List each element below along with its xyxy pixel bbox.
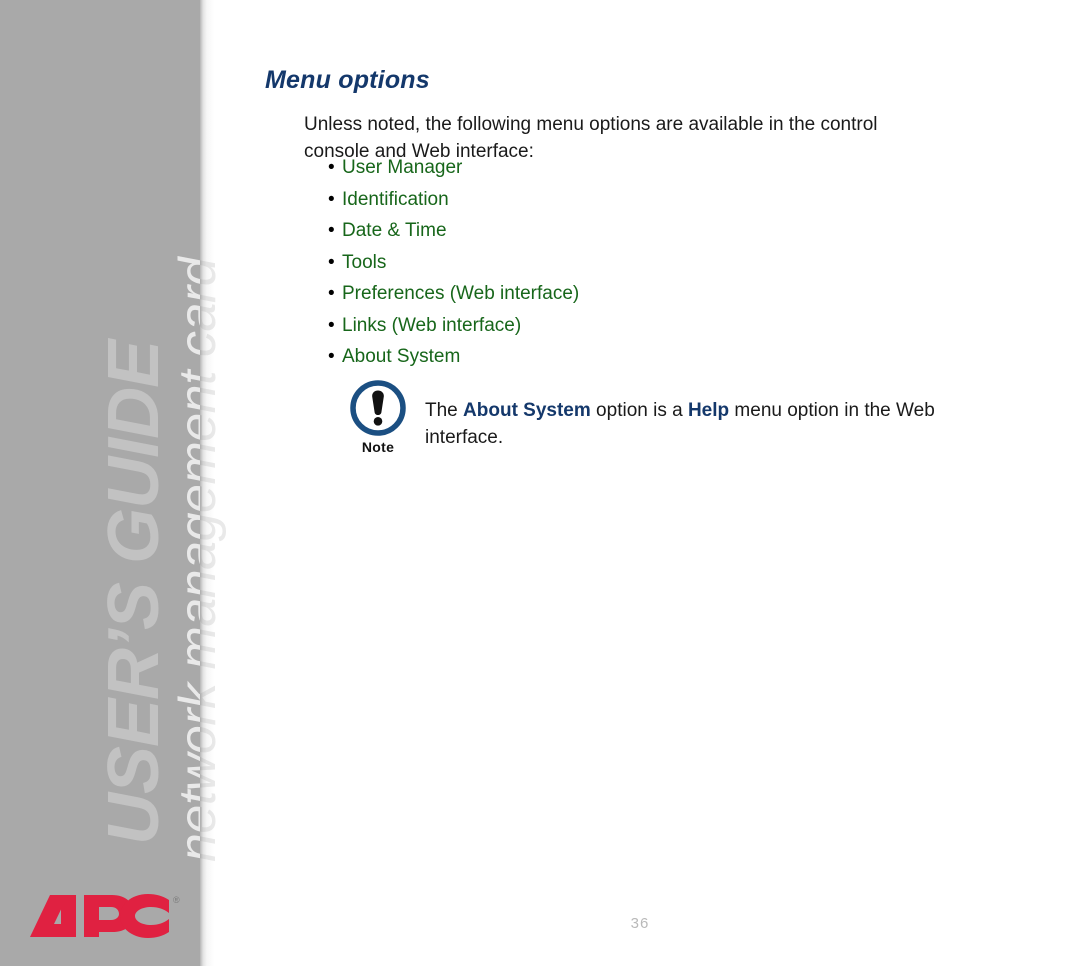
menu-option-label: Tools: [342, 251, 387, 273]
bullet-icon: •: [328, 220, 335, 241]
list-item: • Tools: [328, 247, 579, 279]
page-number: 36: [630, 915, 650, 932]
note-icon-group: Note: [345, 378, 411, 455]
note-emphasis-about-system: About System: [463, 400, 591, 421]
bullet-icon: •: [328, 188, 335, 210]
menu-option-label: User Manager: [342, 157, 463, 178]
note-text-part1: The: [425, 400, 464, 421]
menu-option-label: Date & Time: [342, 220, 447, 241]
note-text-part2: option is a: [590, 400, 688, 421]
list-item: • User Manager: [328, 152, 579, 184]
note-text: The About System option is a Help menu o…: [425, 397, 1005, 451]
note-emphasis-help: Help: [687, 400, 730, 421]
exclamation-circle-icon: [350, 380, 406, 436]
bullet-icon: •: [328, 251, 335, 273]
page-content: Menu options Unless noted, the following…: [200, 0, 1080, 966]
menu-option-label: Preferences (Web interface): [342, 283, 580, 304]
menu-option-label: About System: [342, 346, 461, 367]
list-item: • Date & Time: [328, 215, 579, 247]
menu-option-label: Identification: [342, 188, 449, 210]
note-label: Note: [361, 439, 395, 455]
bullet-icon: •: [328, 346, 335, 367]
list-item: • Identification: [328, 184, 579, 216]
apc-logo-icon: ®: [30, 894, 180, 938]
page-title: Menu options: [265, 65, 430, 94]
bullet-icon: •: [328, 157, 335, 178]
list-item: • Preferences (Web interface): [328, 278, 579, 310]
bullet-icon: •: [328, 314, 335, 336]
list-item: • Links (Web interface): [328, 310, 579, 342]
bullet-icon: •: [328, 283, 335, 304]
trademark-symbol: ®: [173, 895, 180, 905]
list-item: • About System: [328, 341, 579, 373]
menu-option-label: Links (Web interface): [342, 314, 522, 336]
sidebar: USER’S GUIDE network management card ®: [0, 0, 227, 966]
sidebar-vertical-title: USER’S GUIDE: [94, 340, 174, 845]
apc-logo: ®: [28, 890, 188, 946]
menu-options-list: • User Manager • Identification • Date & Ti…: [328, 152, 579, 373]
